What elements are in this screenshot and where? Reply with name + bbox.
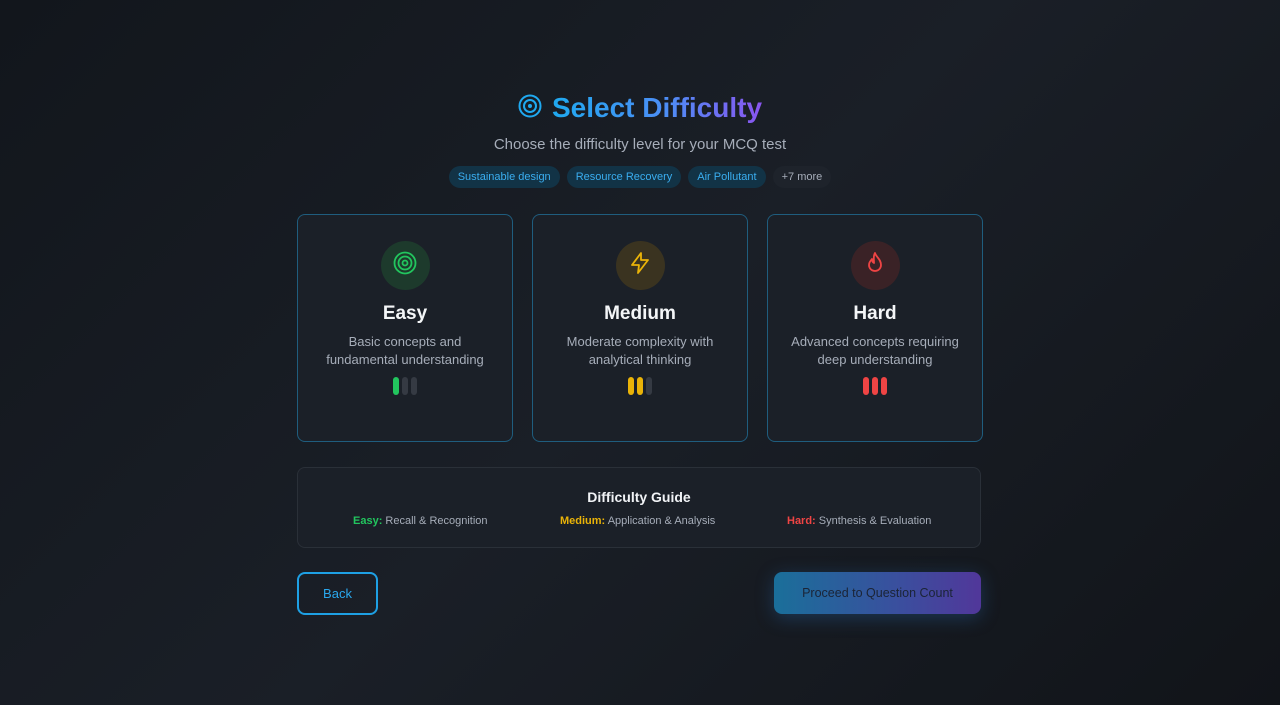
difficulty-card-medium[interactable]: Medium Moderate complexity with analytic… xyxy=(532,214,748,442)
bar-filled xyxy=(628,377,634,395)
difficulty-bars xyxy=(628,377,652,395)
guide-title: Difficulty Guide xyxy=(587,489,691,505)
bar-filled xyxy=(637,377,643,395)
back-button[interactable]: Back xyxy=(297,572,378,615)
bar-filled xyxy=(393,377,399,395)
card-description: Moderate complexity with analytical thin… xyxy=(566,334,714,367)
bar-filled xyxy=(863,377,869,395)
proceed-button[interactable]: Proceed to Question Count xyxy=(774,572,981,614)
topic-tag: Air Pollutant xyxy=(688,166,766,188)
lightning-icon xyxy=(628,251,652,280)
bar-empty xyxy=(646,377,652,395)
card-description: Basic concepts and fundamental understan… xyxy=(326,334,484,367)
card-description: Advanced concepts requiring deep underst… xyxy=(791,334,959,367)
page-subtitle: Choose the difficulty level for your MCQ… xyxy=(493,136,787,153)
difficulty-page: Select Difficulty Choose the difficulty … xyxy=(0,0,1280,705)
difficulty-cards: Easy Basic concepts and fundamental unde… xyxy=(297,214,983,442)
bar-empty xyxy=(411,377,417,395)
guide-level-label: Easy: xyxy=(353,515,383,527)
flame-icon xyxy=(863,251,887,280)
guide-level-text: Synthesis & Evaluation xyxy=(818,515,932,527)
card-title: Hard xyxy=(853,303,897,324)
card-icon-circle xyxy=(615,241,665,290)
bar-filled xyxy=(881,377,887,395)
difficulty-bars xyxy=(863,377,887,395)
guide-level-text: Application & Analysis xyxy=(607,515,716,527)
guide-level-label: Medium: xyxy=(560,515,606,527)
difficulty-card-hard[interactable]: Hard Advanced concepts requiring deep un… xyxy=(767,214,983,442)
card-icon-circle xyxy=(850,241,900,290)
header: Select Difficulty Choose the difficulty … xyxy=(0,90,1280,188)
guide-level-label: Hard: xyxy=(787,515,816,527)
guide-item-hard: Hard: Synthesis & Evaluation xyxy=(787,515,931,527)
guide-level-text: Recall & Recognition xyxy=(385,515,488,527)
card-title: Easy xyxy=(382,303,428,324)
target-icon xyxy=(393,251,417,280)
card-title: Medium xyxy=(604,303,676,324)
difficulty-bars xyxy=(393,377,417,395)
difficulty-guide: Difficulty Guide Easy: Recall & Recognit… xyxy=(297,467,981,548)
guide-item-easy: Easy: Recall & Recognition xyxy=(353,515,488,527)
difficulty-card-easy[interactable]: Easy Basic concepts and fundamental unde… xyxy=(297,214,513,442)
more-topics-tag[interactable]: +7 more xyxy=(772,166,832,188)
topic-tag: Resource Recovery xyxy=(566,166,682,188)
page-title: Select Difficulty xyxy=(551,92,763,123)
card-icon-circle xyxy=(380,241,430,290)
bar-empty xyxy=(402,377,408,395)
topic-tag: Sustainable design xyxy=(448,166,560,188)
bar-filled xyxy=(872,377,878,395)
target-icon xyxy=(518,94,542,123)
guide-item-medium: Medium: Application & Analysis xyxy=(560,515,715,527)
topic-tags: Sustainable design Resource Recovery Air… xyxy=(0,166,1280,188)
title-row: Select Difficulty xyxy=(0,90,1280,126)
